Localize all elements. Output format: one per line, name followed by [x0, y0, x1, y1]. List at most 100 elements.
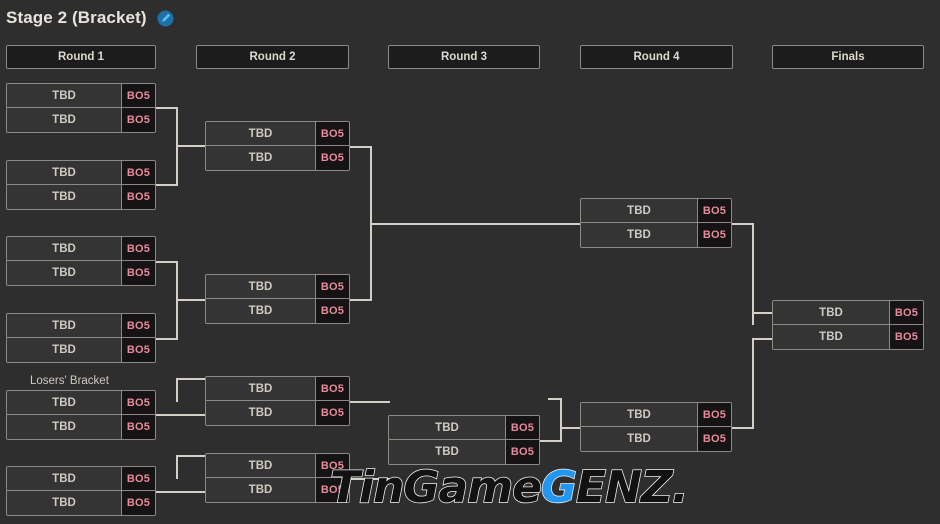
- match-row[interactable]: TBD BO5: [581, 223, 731, 247]
- connector-line: [156, 107, 178, 109]
- match-row[interactable]: TBD BO5: [389, 416, 539, 440]
- match-row[interactable]: TBD BO5: [7, 491, 155, 515]
- match-row[interactable]: TBD BO5: [7, 237, 155, 261]
- team-name: TBD: [206, 377, 315, 400]
- connector-line: [732, 223, 754, 225]
- match-row[interactable]: TBD BO5: [773, 325, 923, 349]
- connector-line: [176, 455, 178, 479]
- match-format-badge: BO5: [121, 391, 155, 414]
- match-row[interactable]: TBD BO5: [206, 401, 349, 425]
- match-row[interactable]: TBD BO5: [389, 440, 539, 464]
- match-box[interactable]: TBD BO5 TBD BO5: [6, 466, 156, 516]
- match-format-badge: BO5: [889, 325, 923, 349]
- connector-line: [548, 398, 562, 400]
- team-name: TBD: [7, 491, 121, 515]
- match-box[interactable]: TBD BO5 TBD BO5: [205, 453, 350, 503]
- match-format-badge: BO5: [697, 403, 731, 426]
- round-header-label: Finals: [831, 51, 865, 63]
- match-format-badge: BO5: [315, 454, 349, 477]
- match-format-badge: BO5: [121, 185, 155, 209]
- match-box[interactable]: TBD BO5 TBD BO5: [6, 313, 156, 363]
- team-name: TBD: [389, 440, 505, 464]
- connector-line: [560, 398, 562, 428]
- match-format-badge: BO5: [121, 491, 155, 515]
- team-name: TBD: [206, 275, 315, 298]
- pencil-edit-icon[interactable]: [157, 10, 174, 27]
- team-name: TBD: [7, 108, 121, 132]
- match-row[interactable]: TBD BO5: [7, 185, 155, 209]
- match-format-badge: BO5: [505, 440, 539, 464]
- match-format-badge: BO5: [121, 84, 155, 107]
- match-box[interactable]: TBD BO5 TBD BO5: [6, 160, 156, 210]
- match-row[interactable]: TBD BO5: [206, 122, 349, 146]
- team-name: TBD: [7, 314, 121, 337]
- team-name: TBD: [206, 454, 315, 477]
- match-box[interactable]: TBD BO5 TBD BO5: [6, 390, 156, 440]
- match-box[interactable]: TBD BO5 TBD BO5: [580, 402, 732, 452]
- match-row[interactable]: TBD BO5: [7, 261, 155, 285]
- round-header-2[interactable]: Round 2: [196, 45, 349, 69]
- round-header-1[interactable]: Round 1: [6, 45, 156, 69]
- match-row[interactable]: TBD BO5: [581, 403, 731, 427]
- stage-header: Stage 2 (Bracket): [6, 8, 174, 28]
- connector-line: [752, 338, 774, 340]
- match-box[interactable]: TBD BO5 TBD BO5: [388, 415, 540, 465]
- round-header-label: Round 4: [633, 51, 680, 63]
- round-header-4[interactable]: Round 4: [580, 45, 733, 69]
- match-row[interactable]: TBD BO5: [7, 338, 155, 362]
- team-name: TBD: [206, 401, 315, 425]
- match-format-badge: BO5: [121, 314, 155, 337]
- match-format-badge: BO5: [315, 377, 349, 400]
- round-header-finals[interactable]: Finals: [772, 45, 924, 69]
- match-box-finals[interactable]: TBD BO5 TBD BO5: [772, 300, 924, 350]
- connector-line: [350, 299, 372, 301]
- round-header-3[interactable]: Round 3: [388, 45, 540, 69]
- match-row[interactable]: TBD BO5: [773, 301, 923, 325]
- match-box[interactable]: TBD BO5 TBD BO5: [205, 274, 350, 324]
- match-row[interactable]: TBD BO5: [7, 161, 155, 185]
- team-name: TBD: [581, 403, 697, 426]
- match-row[interactable]: TBD BO5: [7, 391, 155, 415]
- team-name: TBD: [206, 146, 315, 170]
- match-row[interactable]: TBD BO5: [581, 427, 731, 451]
- match-row[interactable]: TBD BO5: [206, 299, 349, 323]
- losers-bracket-label: Losers' Bracket: [30, 375, 109, 387]
- match-format-badge: BO5: [121, 161, 155, 184]
- match-format-badge: BO5: [505, 416, 539, 439]
- match-format-badge: BO5: [315, 401, 349, 425]
- connector-line: [350, 478, 390, 480]
- match-row[interactable]: TBD BO5: [206, 478, 349, 502]
- match-format-badge: BO5: [121, 108, 155, 132]
- match-box[interactable]: TBD BO5 TBD BO5: [205, 376, 350, 426]
- match-row[interactable]: TBD BO5: [206, 275, 349, 299]
- team-name: TBD: [581, 427, 697, 451]
- round-header-label: Round 2: [249, 51, 296, 63]
- team-name: TBD: [206, 122, 315, 145]
- page-title: Stage 2 (Bracket): [6, 8, 147, 27]
- match-row[interactable]: TBD BO5: [581, 199, 731, 223]
- match-format-badge: BO5: [315, 478, 349, 502]
- match-box[interactable]: TBD BO5 TBD BO5: [580, 198, 732, 248]
- match-row[interactable]: TBD BO5: [206, 377, 349, 401]
- team-name: TBD: [206, 299, 315, 323]
- connector-line: [350, 146, 372, 148]
- team-name: TBD: [7, 161, 121, 184]
- match-row[interactable]: TBD BO5: [7, 84, 155, 108]
- match-row[interactable]: TBD BO5: [7, 108, 155, 132]
- team-name: TBD: [7, 338, 121, 362]
- match-box[interactable]: TBD BO5 TBD BO5: [6, 236, 156, 286]
- team-name: TBD: [7, 185, 121, 209]
- watermark-part-3: ENZ.: [575, 462, 689, 513]
- match-box[interactable]: TBD BO5 TBD BO5: [205, 121, 350, 171]
- match-format-badge: BO5: [315, 299, 349, 323]
- match-row[interactable]: TBD BO5: [7, 467, 155, 491]
- match-row[interactable]: TBD BO5: [206, 454, 349, 478]
- match-box[interactable]: TBD BO5 TBD BO5: [6, 83, 156, 133]
- match-row[interactable]: TBD BO5: [206, 146, 349, 170]
- connector-line: [156, 414, 207, 416]
- match-row[interactable]: TBD BO5: [7, 415, 155, 439]
- team-name: TBD: [773, 325, 889, 349]
- round-header-label: Round 3: [441, 51, 487, 63]
- match-row[interactable]: TBD BO5: [7, 314, 155, 338]
- connector-line: [176, 455, 207, 457]
